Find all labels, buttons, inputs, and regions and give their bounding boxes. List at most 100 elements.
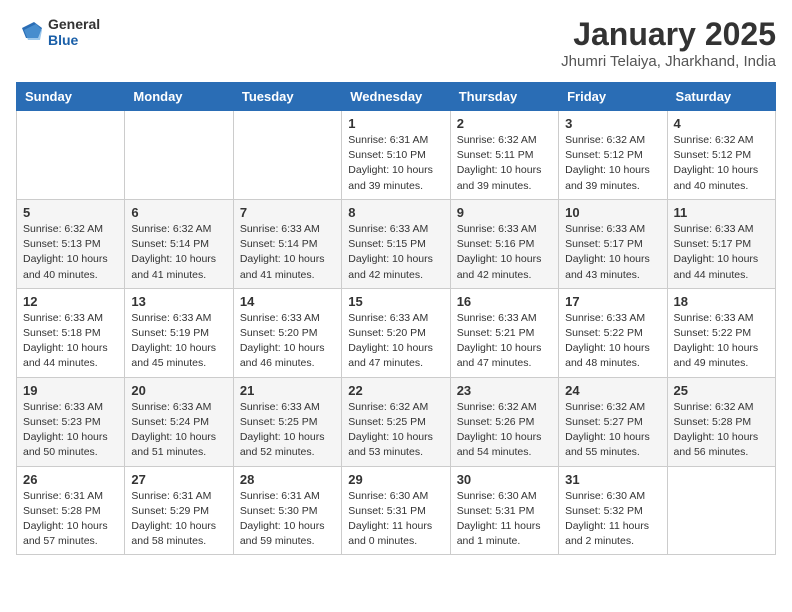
day-info: Sunrise: 6:31 AM Sunset: 5:30 PM Dayligh… bbox=[240, 489, 335, 550]
calendar-table: SundayMondayTuesdayWednesdayThursdayFrid… bbox=[16, 82, 776, 555]
day-number: 2 bbox=[457, 116, 552, 131]
day-number: 21 bbox=[240, 383, 335, 398]
calendar-cell: 10 Sunrise: 6:33 AM Sunset: 5:17 PM Dayli… bbox=[559, 199, 667, 288]
day-info: Sunrise: 6:33 AM Sunset: 5:21 PM Dayligh… bbox=[457, 311, 552, 372]
day-info: Sunrise: 6:33 AM Sunset: 5:20 PM Dayligh… bbox=[240, 311, 335, 372]
day-info: Sunrise: 6:33 AM Sunset: 5:15 PM Dayligh… bbox=[348, 222, 443, 283]
calendar-week-row: 26 Sunrise: 6:31 AM Sunset: 5:28 PM Dayli… bbox=[17, 466, 776, 555]
day-number: 22 bbox=[348, 383, 443, 398]
day-info: Sunrise: 6:33 AM Sunset: 5:25 PM Dayligh… bbox=[240, 400, 335, 461]
calendar-cell bbox=[233, 111, 341, 200]
day-info: Sunrise: 6:33 AM Sunset: 5:23 PM Dayligh… bbox=[23, 400, 118, 461]
day-info: Sunrise: 6:32 AM Sunset: 5:28 PM Dayligh… bbox=[674, 400, 769, 461]
calendar-cell: 11Sunrise: 6:33 AM Sunset: 5:17 PM Dayli… bbox=[667, 199, 775, 288]
calendar-cell: 25 Sunrise: 6:32 AM Sunset: 5:28 PM Dayli… bbox=[667, 377, 775, 466]
day-number: 24 bbox=[565, 383, 660, 398]
day-number: 23 bbox=[457, 383, 552, 398]
day-number: 17 bbox=[565, 294, 660, 309]
day-number: 10 bbox=[565, 205, 660, 220]
calendar-cell: 7Sunrise: 6:33 AM Sunset: 5:14 PM Daylig… bbox=[233, 199, 341, 288]
day-info: Sunrise: 6:32 AM Sunset: 5:12 PM Dayligh… bbox=[565, 133, 660, 194]
weekday-header-cell: Tuesday bbox=[233, 83, 341, 111]
day-info: Sunrise: 6:31 AM Sunset: 5:10 PM Dayligh… bbox=[348, 133, 443, 194]
day-info: Sunrise: 6:31 AM Sunset: 5:28 PM Dayligh… bbox=[23, 489, 118, 550]
title-block: January 2025 Jhumri Telaiya, Jharkhand, … bbox=[561, 16, 776, 70]
day-number: 25 bbox=[674, 383, 769, 398]
day-info: Sunrise: 6:33 AM Sunset: 5:17 PM Dayligh… bbox=[565, 222, 660, 283]
calendar-body: 1 Sunrise: 6:31 AM Sunset: 5:10 PM Daylig… bbox=[17, 111, 776, 555]
day-number: 1 bbox=[348, 116, 443, 131]
calendar-title: January 2025 bbox=[561, 16, 776, 53]
day-number: 30 bbox=[457, 472, 552, 487]
weekday-header-cell: Friday bbox=[559, 83, 667, 111]
day-info: Sunrise: 6:31 AM Sunset: 5:29 PM Dayligh… bbox=[131, 489, 226, 550]
calendar-cell: 9Sunrise: 6:33 AM Sunset: 5:16 PM Daylig… bbox=[450, 199, 558, 288]
weekday-header-cell: Wednesday bbox=[342, 83, 450, 111]
day-info: Sunrise: 6:32 AM Sunset: 5:26 PM Dayligh… bbox=[457, 400, 552, 461]
day-number: 13 bbox=[131, 294, 226, 309]
calendar-cell: 21 Sunrise: 6:33 AM Sunset: 5:25 PM Dayli… bbox=[233, 377, 341, 466]
day-number: 3 bbox=[565, 116, 660, 131]
day-number: 27 bbox=[131, 472, 226, 487]
calendar-cell: 2Sunrise: 6:32 AM Sunset: 5:11 PM Daylig… bbox=[450, 111, 558, 200]
calendar-week-row: 19 Sunrise: 6:33 AM Sunset: 5:23 PM Dayli… bbox=[17, 377, 776, 466]
logo-blue: Blue bbox=[48, 32, 100, 48]
logo-general: General bbox=[48, 16, 100, 32]
calendar-cell bbox=[667, 466, 775, 555]
day-number: 20 bbox=[131, 383, 226, 398]
calendar-week-row: 5 Sunrise: 6:32 AM Sunset: 5:13 PM Daylig… bbox=[17, 199, 776, 288]
calendar-week-row: 1 Sunrise: 6:31 AM Sunset: 5:10 PM Daylig… bbox=[17, 111, 776, 200]
day-number: 15 bbox=[348, 294, 443, 309]
day-info: Sunrise: 6:32 AM Sunset: 5:13 PM Dayligh… bbox=[23, 222, 118, 283]
day-info: Sunrise: 6:33 AM Sunset: 5:18 PM Dayligh… bbox=[23, 311, 118, 372]
day-info: Sunrise: 6:33 AM Sunset: 5:24 PM Dayligh… bbox=[131, 400, 226, 461]
day-number: 7 bbox=[240, 205, 335, 220]
calendar-cell: 1 Sunrise: 6:31 AM Sunset: 5:10 PM Daylig… bbox=[342, 111, 450, 200]
page-header: General Blue January 2025 Jhumri Telaiya… bbox=[16, 16, 776, 70]
calendar-week-row: 12 Sunrise: 6:33 AM Sunset: 5:18 PM Dayli… bbox=[17, 288, 776, 377]
calendar-cell: 18Sunrise: 6:33 AM Sunset: 5:22 PM Dayli… bbox=[667, 288, 775, 377]
day-number: 28 bbox=[240, 472, 335, 487]
day-number: 29 bbox=[348, 472, 443, 487]
calendar-cell: 22 Sunrise: 6:32 AM Sunset: 5:25 PM Dayli… bbox=[342, 377, 450, 466]
weekday-header-cell: Thursday bbox=[450, 83, 558, 111]
weekday-header-cell: Sunday bbox=[17, 83, 125, 111]
logo-text: General Blue bbox=[48, 16, 100, 48]
calendar-cell: 20 Sunrise: 6:33 AM Sunset: 5:24 PM Dayli… bbox=[125, 377, 233, 466]
calendar-cell: 19 Sunrise: 6:33 AM Sunset: 5:23 PM Dayli… bbox=[17, 377, 125, 466]
calendar-cell: 14 Sunrise: 6:33 AM Sunset: 5:20 PM Dayli… bbox=[233, 288, 341, 377]
day-info: Sunrise: 6:33 AM Sunset: 5:22 PM Dayligh… bbox=[565, 311, 660, 372]
day-info: Sunrise: 6:32 AM Sunset: 5:25 PM Dayligh… bbox=[348, 400, 443, 461]
day-number: 5 bbox=[23, 205, 118, 220]
calendar-cell: 8Sunrise: 6:33 AM Sunset: 5:15 PM Daylig… bbox=[342, 199, 450, 288]
day-number: 19 bbox=[23, 383, 118, 398]
calendar-cell: 13 Sunrise: 6:33 AM Sunset: 5:19 PM Dayli… bbox=[125, 288, 233, 377]
calendar-cell: 3 Sunrise: 6:32 AM Sunset: 5:12 PM Daylig… bbox=[559, 111, 667, 200]
logo-icon bbox=[16, 18, 44, 46]
day-info: Sunrise: 6:33 AM Sunset: 5:19 PM Dayligh… bbox=[131, 311, 226, 372]
logo: General Blue bbox=[16, 16, 100, 48]
calendar-cell: 28 Sunrise: 6:31 AM Sunset: 5:30 PM Dayli… bbox=[233, 466, 341, 555]
weekday-header-cell: Saturday bbox=[667, 83, 775, 111]
day-number: 12 bbox=[23, 294, 118, 309]
day-info: Sunrise: 6:30 AM Sunset: 5:31 PM Dayligh… bbox=[457, 489, 552, 550]
day-number: 18 bbox=[674, 294, 769, 309]
day-info: Sunrise: 6:30 AM Sunset: 5:32 PM Dayligh… bbox=[565, 489, 660, 550]
calendar-cell: 23 Sunrise: 6:32 AM Sunset: 5:26 PM Dayli… bbox=[450, 377, 558, 466]
calendar-cell: 30 Sunrise: 6:30 AM Sunset: 5:31 PM Dayli… bbox=[450, 466, 558, 555]
calendar-subtitle: Jhumri Telaiya, Jharkhand, India bbox=[561, 53, 776, 70]
calendar-cell: 17 Sunrise: 6:33 AM Sunset: 5:22 PM Dayli… bbox=[559, 288, 667, 377]
day-number: 14 bbox=[240, 294, 335, 309]
calendar-cell: 12 Sunrise: 6:33 AM Sunset: 5:18 PM Dayli… bbox=[17, 288, 125, 377]
calendar-cell: 31Sunrise: 6:30 AM Sunset: 5:32 PM Dayli… bbox=[559, 466, 667, 555]
calendar-cell: 27 Sunrise: 6:31 AM Sunset: 5:29 PM Dayli… bbox=[125, 466, 233, 555]
day-number: 11 bbox=[674, 205, 769, 220]
day-info: Sunrise: 6:32 AM Sunset: 5:12 PM Dayligh… bbox=[674, 133, 769, 194]
day-info: Sunrise: 6:30 AM Sunset: 5:31 PM Dayligh… bbox=[348, 489, 443, 550]
day-number: 26 bbox=[23, 472, 118, 487]
day-info: Sunrise: 6:33 AM Sunset: 5:20 PM Dayligh… bbox=[348, 311, 443, 372]
day-number: 6 bbox=[131, 205, 226, 220]
calendar-cell bbox=[125, 111, 233, 200]
day-info: Sunrise: 6:33 AM Sunset: 5:16 PM Dayligh… bbox=[457, 222, 552, 283]
calendar-cell: 15 Sunrise: 6:33 AM Sunset: 5:20 PM Dayli… bbox=[342, 288, 450, 377]
